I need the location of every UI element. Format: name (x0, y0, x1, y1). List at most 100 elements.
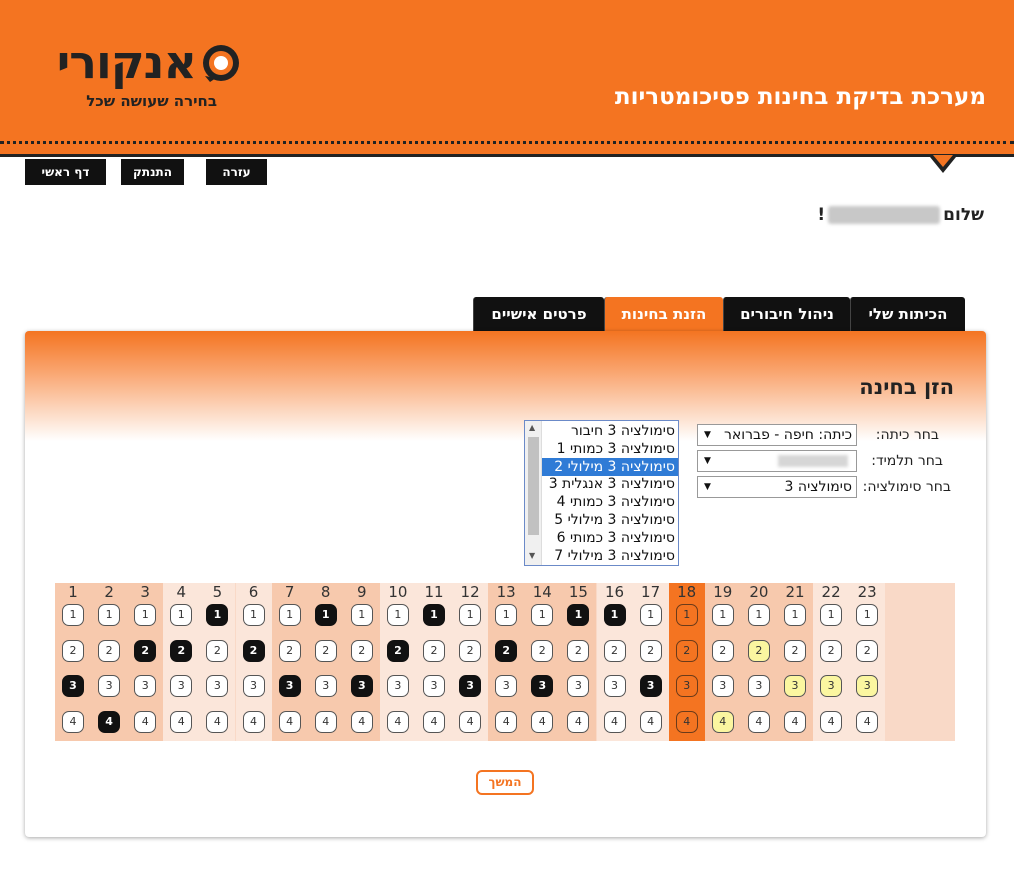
answer-bubble[interactable]: 4 (820, 710, 843, 733)
answer-bubble[interactable]: 2 (134, 639, 157, 662)
answer-bubble[interactable]: 4 (675, 710, 698, 733)
logo[interactable]: אנקורי בחירה שעושה שכל (24, 34, 246, 114)
section-option[interactable]: סימולציה 3 כמותי 4 (542, 493, 678, 511)
tab-personal-details[interactable]: פרטים אישיים (473, 297, 604, 331)
answer-bubble[interactable]: 3 (639, 675, 662, 697)
answer-bubble[interactable]: 1 (820, 604, 843, 626)
answer-bubble[interactable]: 2 (820, 639, 843, 662)
answer-bubble[interactable]: 2 (423, 639, 445, 662)
section-option[interactable]: סימולציה 3 כמותי 1 (542, 440, 678, 458)
scroll-down-icon[interactable]: ▼ (529, 551, 535, 560)
answer-bubble[interactable]: 1 (747, 604, 770, 626)
answer-bubble[interactable]: 3 (98, 675, 121, 697)
answer-bubble[interactable]: 2 (856, 639, 879, 662)
scroll-up-icon[interactable]: ▲ (529, 423, 535, 432)
answer-bubble[interactable]: 4 (459, 710, 482, 733)
answer-bubble[interactable]: 2 (531, 639, 554, 662)
answer-bubble[interactable]: 3 (170, 675, 193, 697)
answer-bubble[interactable]: 4 (206, 710, 229, 733)
answer-bubble[interactable]: 4 (711, 710, 734, 733)
answer-bubble[interactable]: 3 (531, 675, 554, 697)
answer-bubble[interactable]: 2 (567, 639, 590, 662)
section-option[interactable]: סימולציה 3 חיבור (542, 422, 678, 440)
answer-bubble[interactable]: 2 (314, 639, 337, 662)
simulation-select[interactable]: סימולציה 3 ▼ (697, 476, 857, 498)
answer-bubble[interactable]: 3 (386, 675, 409, 697)
answer-bubble[interactable]: 1 (784, 604, 806, 626)
answer-bubble[interactable]: 1 (206, 604, 229, 626)
help-button[interactable]: עזרה (206, 159, 267, 185)
answer-bubble[interactable]: 2 (784, 639, 806, 662)
answer-bubble[interactable]: 3 (820, 675, 843, 697)
answer-bubble[interactable]: 4 (639, 710, 662, 733)
answer-bubble[interactable]: 3 (206, 675, 229, 697)
answer-bubble[interactable]: 1 (856, 604, 879, 626)
answer-bubble[interactable]: 2 (350, 639, 373, 662)
answer-bubble[interactable]: 2 (495, 639, 518, 662)
answer-bubble[interactable]: 3 (675, 675, 698, 697)
tab-my-classes[interactable]: הכיתות שלי (850, 297, 965, 331)
answer-bubble[interactable]: 4 (531, 710, 554, 733)
answer-bubble[interactable]: 1 (603, 604, 626, 626)
answer-bubble[interactable]: 4 (98, 710, 121, 733)
tab-connections[interactable]: ניהול חיבורים (723, 297, 850, 331)
section-option[interactable]: סימולציה 3 מילולי 7 (542, 547, 678, 565)
answer-bubble[interactable]: 2 (242, 639, 265, 662)
answer-bubble[interactable]: 4 (314, 710, 337, 733)
answer-bubble[interactable]: 1 (531, 604, 554, 626)
answer-bubble[interactable]: 2 (386, 639, 409, 662)
listbox-scrollbar[interactable]: ▲ ▼ (525, 421, 542, 565)
answer-bubble[interactable]: 1 (495, 604, 518, 626)
answer-bubble[interactable]: 4 (495, 710, 518, 733)
answer-bubble[interactable]: 1 (459, 604, 482, 626)
answer-bubble[interactable]: 2 (98, 639, 121, 662)
answer-bubble[interactable]: 2 (603, 639, 626, 662)
answer-bubble[interactable]: 2 (278, 639, 301, 662)
answer-bubble[interactable]: 2 (675, 639, 698, 662)
answer-bubble[interactable]: 1 (314, 604, 337, 626)
answer-bubble[interactable]: 2 (206, 639, 229, 662)
answer-bubble[interactable]: 4 (784, 710, 806, 733)
answer-bubble[interactable]: 3 (242, 675, 265, 697)
answer-bubble[interactable]: 3 (856, 675, 879, 697)
answer-bubble[interactable]: 3 (314, 675, 337, 697)
answer-bubble[interactable]: 3 (62, 675, 84, 697)
answer-bubble[interactable]: 1 (350, 604, 373, 626)
section-option[interactable]: סימולציה 3 מילולי 5 (542, 511, 678, 529)
answer-bubble[interactable]: 3 (747, 675, 770, 697)
answer-bubble[interactable]: 2 (459, 639, 482, 662)
answer-bubble[interactable]: 3 (495, 675, 518, 697)
answer-bubble[interactable]: 1 (242, 604, 265, 626)
answer-bubble[interactable]: 1 (386, 604, 409, 626)
answer-bubble[interactable]: 2 (62, 639, 84, 662)
student-select[interactable]: ▼ (697, 450, 857, 472)
scrollbar-thumb[interactable] (528, 437, 539, 535)
answer-bubble[interactable]: 2 (747, 639, 770, 662)
answer-bubble[interactable]: 1 (98, 604, 121, 626)
answer-bubble[interactable]: 1 (567, 604, 590, 626)
answer-bubble[interactable]: 3 (278, 675, 301, 697)
answer-bubble[interactable]: 4 (603, 710, 626, 733)
continue-button[interactable]: המשך (476, 770, 534, 795)
answer-bubble[interactable]: 3 (134, 675, 157, 697)
tab-enter-exams[interactable]: הזנת בחינות (604, 297, 723, 331)
answer-bubble[interactable]: 4 (278, 710, 301, 733)
answer-bubble[interactable]: 1 (675, 604, 698, 626)
answer-bubble[interactable]: 2 (711, 639, 734, 662)
answer-bubble[interactable]: 3 (423, 675, 445, 697)
section-option[interactable]: סימולציה 3 אנגלית 3 (542, 475, 678, 493)
answer-bubble[interactable]: 4 (747, 710, 770, 733)
answer-bubble[interactable]: 4 (134, 710, 157, 733)
section-option[interactable]: סימולציה 3 מילולי 2 (542, 457, 678, 476)
answer-bubble[interactable]: 3 (567, 675, 590, 697)
answer-bubble[interactable]: 2 (170, 639, 193, 662)
answer-bubble[interactable]: 1 (711, 604, 734, 626)
logout-button[interactable]: התנתק (121, 159, 184, 185)
answer-bubble[interactable]: 1 (278, 604, 301, 626)
section-option[interactable]: סימולציה 3 כמותי 6 (542, 529, 678, 547)
answer-bubble[interactable]: 4 (242, 710, 265, 733)
answer-bubble[interactable]: 4 (856, 710, 879, 733)
answer-bubble[interactable]: 3 (711, 675, 734, 697)
home-button[interactable]: דף ראשי (25, 159, 106, 185)
answer-bubble[interactable]: 2 (639, 639, 662, 662)
